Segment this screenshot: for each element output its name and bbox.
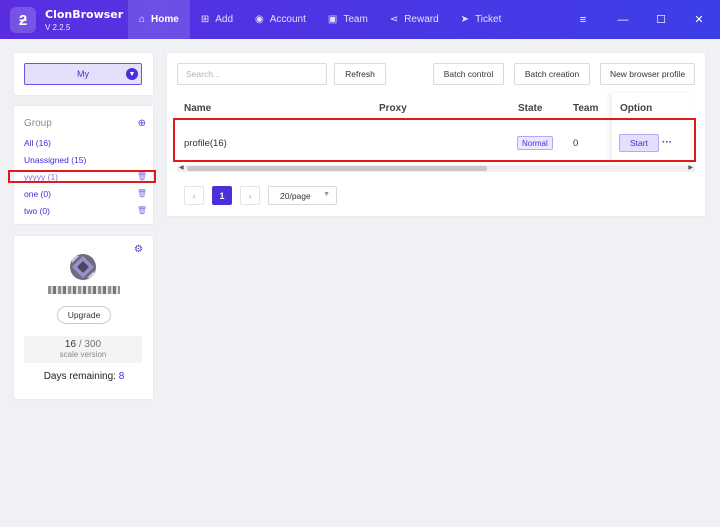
upgrade-button[interactable]: Upgrade xyxy=(57,306,111,324)
username-redacted xyxy=(48,286,120,294)
batch-control-button[interactable]: Batch control xyxy=(433,63,504,85)
search-input[interactable] xyxy=(177,63,327,85)
highlight-box xyxy=(173,118,696,162)
quota-total: / 300 xyxy=(76,339,102,350)
next-page-button[interactable]: › xyxy=(240,186,260,205)
nav-account[interactable]: ◉ Account xyxy=(244,0,317,39)
group-title: Group xyxy=(24,118,52,129)
app-logo-icon: ƻ xyxy=(10,7,36,33)
highlight-box xyxy=(8,170,156,183)
top-bar: ƻ ClonBrowser V 2.2.5 ⌂ Home ⊞ Add ◉ Accoun… xyxy=(0,0,720,39)
quota-used: 16 xyxy=(64,339,77,350)
nav-team-label: Team xyxy=(343,14,368,25)
chevron-down-icon: ▼ xyxy=(126,68,138,80)
owner-select-card: My ▼ xyxy=(14,53,153,95)
page-size-select[interactable]: 20/page ▼ xyxy=(268,186,337,205)
column-header-option: Option xyxy=(620,103,653,114)
nav-reward[interactable]: ⋖ Reward xyxy=(379,0,450,39)
refresh-button[interactable]: Refresh xyxy=(334,63,386,85)
page-size-value: 20/page xyxy=(280,190,311,201)
avatar xyxy=(70,254,96,280)
nav-ticket-label: Ticket xyxy=(475,14,502,25)
group-item-all[interactable]: All (16) xyxy=(24,138,51,148)
group-item-two[interactable]: two (0) xyxy=(24,206,50,216)
app-name: ClonBrowser xyxy=(45,8,124,21)
paper-plane-icon: ➤ xyxy=(460,14,470,25)
horizontal-scrollbar[interactable]: ◀ ▶ xyxy=(177,165,695,172)
trash-icon[interactable]: 🗑 xyxy=(137,189,147,198)
menu-icon[interactable]: ≡ xyxy=(564,0,602,39)
prev-page-button[interactable]: ‹ xyxy=(184,186,204,205)
user-card: ⚙ Upgrade 16 / 300 scale version Days re… xyxy=(14,236,153,399)
scroll-right-icon[interactable]: ▶ xyxy=(688,164,693,171)
scroll-left-icon[interactable]: ◀ xyxy=(179,164,184,171)
nav-add[interactable]: ⊞ Add xyxy=(190,0,244,39)
page-1-button[interactable]: 1 xyxy=(212,186,232,205)
nav-account-label: Account xyxy=(269,14,306,25)
gear-icon[interactable]: ⚙ xyxy=(134,244,143,255)
nav-team[interactable]: ▣ Team xyxy=(317,0,379,39)
main-nav: ⌂ Home ⊞ Add ◉ Account ▣ Team ⋖ Reward ➤ Ticke… xyxy=(128,0,512,39)
home-icon: ⌂ xyxy=(139,14,146,25)
quota-box: 16 / 300 scale version xyxy=(24,336,142,363)
nav-reward-label: Reward xyxy=(404,14,439,25)
column-header-name[interactable]: Name xyxy=(184,103,211,114)
nav-home-label: Home xyxy=(151,14,179,25)
group-panel: Group ⊕ All (16) Unassigned (15) yyyyy (… xyxy=(14,106,153,224)
nav-add-label: Add xyxy=(215,14,234,25)
team-icon: ▣ xyxy=(327,14,338,25)
days-remaining: Days remaining: 8 xyxy=(14,371,154,382)
scrollbar-thumb[interactable] xyxy=(187,166,487,171)
close-icon[interactable]: ✕ xyxy=(680,0,718,39)
add-group-icon[interactable]: ⊕ xyxy=(138,118,146,129)
column-header-team: Team xyxy=(573,103,599,114)
maximize-icon[interactable]: ☐ xyxy=(642,0,680,39)
quota-subtitle: scale version xyxy=(59,350,107,359)
app-version: V 2.2.5 xyxy=(45,23,71,32)
group-item-unassigned[interactable]: Unassigned (15) xyxy=(24,155,86,165)
owner-select[interactable]: My ▼ xyxy=(24,63,142,85)
days-remaining-label: Days remaining: xyxy=(43,371,119,382)
batch-creation-button[interactable]: Batch creation xyxy=(514,63,590,85)
chevron-down-icon: ▼ xyxy=(323,191,330,198)
owner-select-value: My xyxy=(77,69,89,79)
user-circle-icon: ◉ xyxy=(255,14,264,25)
column-header-proxy: Proxy xyxy=(379,103,407,114)
plus-square-icon: ⊞ xyxy=(200,14,210,25)
column-header-state: State xyxy=(518,103,543,114)
nav-home[interactable]: ⌂ Home xyxy=(128,0,190,39)
days-remaining-value: 8 xyxy=(118,371,125,382)
trash-icon[interactable]: 🗑 xyxy=(137,206,147,215)
share-icon: ⋖ xyxy=(389,14,399,25)
minimize-icon[interactable]: — xyxy=(604,0,642,39)
group-item-one[interactable]: one (0) xyxy=(24,189,51,199)
nav-ticket[interactable]: ➤ Ticket xyxy=(450,0,513,39)
new-browser-profile-button[interactable]: New browser profile xyxy=(600,63,695,85)
